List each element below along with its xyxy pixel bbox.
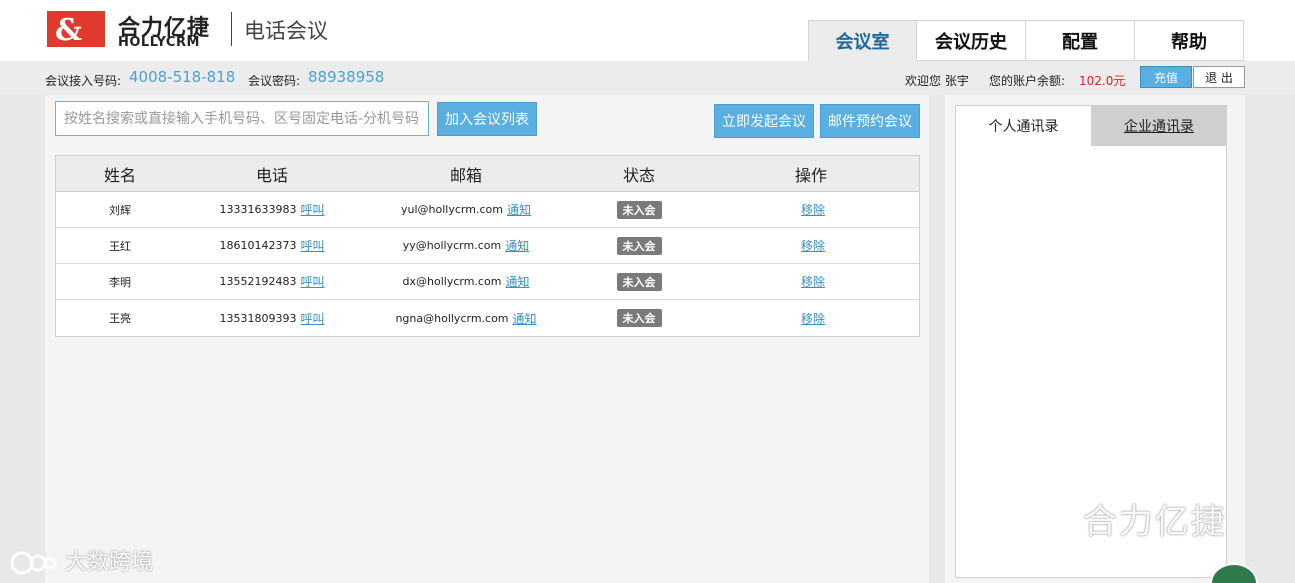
logo-divider bbox=[231, 12, 232, 46]
status-badge: 未入会 bbox=[616, 200, 662, 219]
call-link[interactable]: 呼叫 bbox=[300, 201, 324, 218]
chat-bubble-icon bbox=[1012, 506, 1067, 541]
meeting-password: 88938958 bbox=[308, 68, 385, 86]
product-title: 电话会议 bbox=[244, 19, 328, 43]
status-badge: 未入会 bbox=[616, 272, 662, 291]
call-link[interactable]: 呼叫 bbox=[300, 237, 324, 254]
participant-email: yul@hollycrm.com bbox=[401, 203, 503, 216]
logo-mark-glyph: & bbox=[55, 13, 83, 48]
phone-cell: 13531809393 呼叫 bbox=[184, 310, 360, 327]
meeting-panel: 加入会议列表 立即发起会议 邮件预约会议 姓名 电话 邮箱 状态 操作 刘辉 1… bbox=[45, 95, 929, 583]
status-badge: 未入会 bbox=[616, 236, 662, 255]
action-cell: 移除 bbox=[706, 310, 916, 327]
action-cell: 移除 bbox=[706, 237, 916, 254]
balance-label: 您的账户余额: bbox=[989, 74, 1066, 88]
remove-link[interactable]: 移除 bbox=[801, 237, 825, 254]
status-cell: 未入会 bbox=[572, 236, 706, 255]
watermark-right-text: 合力亿捷 bbox=[1082, 502, 1227, 542]
action-cell: 移除 bbox=[706, 201, 916, 218]
table-row: 王红 18610142373 呼叫 yy@hollycrm.com 通知 未入会 移… bbox=[56, 228, 919, 264]
remove-link[interactable]: 移除 bbox=[801, 310, 825, 327]
tab-personal-contacts[interactable]: 个人通讯录 bbox=[956, 106, 1091, 146]
access-number: 4008-518-818 bbox=[129, 68, 236, 86]
password-label: 会议密码: bbox=[248, 74, 301, 88]
remove-link[interactable]: 移除 bbox=[801, 201, 825, 218]
remove-link[interactable]: 移除 bbox=[801, 273, 825, 290]
participant-email: dx@hollycrm.com bbox=[402, 275, 502, 288]
table-row: 刘辉 13331633983 呼叫 yul@hollycrm.com 通知 未入会 … bbox=[56, 192, 919, 228]
search-input[interactable] bbox=[55, 101, 429, 136]
email-cell: dx@hollycrm.com 通知 bbox=[360, 273, 572, 290]
start-meeting-button[interactable]: 立即发起会议 bbox=[714, 104, 814, 138]
call-link[interactable]: 呼叫 bbox=[300, 310, 324, 327]
call-link[interactable]: 呼叫 bbox=[300, 273, 324, 290]
action-cell: 移除 bbox=[706, 273, 916, 290]
header-name: 姓名 bbox=[103, 165, 136, 185]
tab-meeting-room[interactable]: 会议室 bbox=[808, 20, 917, 61]
table-header: 姓名 电话 邮箱 状态 操作 bbox=[56, 156, 919, 192]
recharge-button[interactable]: 充值 bbox=[1140, 66, 1192, 88]
notify-link[interactable]: 通知 bbox=[505, 273, 529, 290]
participants-table: 姓名 电话 邮箱 状态 操作 刘辉 13331633983 呼叫 yul@holl… bbox=[55, 155, 920, 337]
status-cell: 未入会 bbox=[572, 200, 706, 219]
status-badge: 未入会 bbox=[616, 309, 662, 327]
watermark-left-text: 大数跨境 bbox=[65, 550, 154, 575]
header-actions: 操作 bbox=[794, 165, 827, 185]
participant-name: 李明 bbox=[109, 275, 131, 289]
participant-email: yy@hollycrm.com bbox=[402, 239, 502, 252]
participant-phone: 13552192483 bbox=[219, 275, 297, 288]
app-header: & 合力亿捷 HOLLYCRM 电话会议 会议室 会议历史 配置 帮助 bbox=[0, 0, 1295, 61]
brand-logo[interactable]: & bbox=[47, 11, 105, 48]
participant-name: 刘辉 bbox=[109, 203, 131, 217]
notify-link[interactable]: 通知 bbox=[513, 310, 537, 327]
notify-link[interactable]: 通知 bbox=[507, 201, 531, 218]
phone-cell: 13552192483 呼叫 bbox=[184, 273, 360, 290]
header-email: 邮箱 bbox=[449, 165, 482, 185]
main-nav: 会议室 会议历史 配置 帮助 bbox=[808, 20, 1244, 61]
access-number-label: 会议接入号码: bbox=[45, 74, 122, 88]
welcome-text: 欢迎您 张宇 bbox=[905, 74, 969, 88]
participant-name: 王红 bbox=[109, 239, 131, 253]
status-cell: 未入会 bbox=[572, 272, 706, 291]
status-cell: 未入会 bbox=[572, 309, 706, 327]
tab-help[interactable]: 帮助 bbox=[1135, 20, 1244, 61]
brand-name-en: HOLLYCRM bbox=[118, 35, 200, 50]
participant-phone: 13531809393 bbox=[219, 311, 297, 325]
watermark-right: 合力亿捷 bbox=[1010, 494, 1227, 544]
participant-phone: 18610142373 bbox=[219, 239, 297, 252]
phone-cell: 13331633983 呼叫 bbox=[184, 201, 360, 218]
phone-cell: 18610142373 呼叫 bbox=[184, 237, 360, 254]
participant-email: ngna@hollycrm.com bbox=[395, 311, 509, 325]
table-row: 李明 13552192483 呼叫 dx@hollycrm.com 通知 未入会 移… bbox=[56, 264, 919, 300]
email-schedule-button[interactable]: 邮件预约会议 bbox=[820, 104, 920, 138]
logout-button[interactable]: 退 出 bbox=[1193, 66, 1245, 88]
watermark-left: 大数跨境 bbox=[8, 544, 153, 577]
header-phone: 电话 bbox=[255, 165, 288, 185]
tab-settings[interactable]: 配置 bbox=[1026, 20, 1135, 61]
email-cell: yy@hollycrm.com 通知 bbox=[360, 237, 572, 254]
notify-link[interactable]: 通知 bbox=[505, 237, 529, 254]
tab-enterprise-contacts[interactable]: 企业通讯录 bbox=[1091, 106, 1227, 146]
table-row: 王亮 13531809393 呼叫 ngna@hollycrm.com 通知 未入会… bbox=[56, 300, 919, 336]
header-status: 状态 bbox=[622, 165, 655, 185]
participant-phone: 13331633983 bbox=[219, 203, 297, 216]
email-cell: ngna@hollycrm.com 通知 bbox=[360, 310, 572, 327]
k-logo-icon bbox=[10, 551, 57, 575]
email-cell: yul@hollycrm.com 通知 bbox=[360, 201, 572, 218]
balance-value: 102.0元 bbox=[1079, 74, 1126, 88]
tab-meeting-history[interactable]: 会议历史 bbox=[917, 20, 1026, 61]
participant-name: 王亮 bbox=[109, 312, 131, 325]
info-bar: 会议接入号码: 4008-518-818 会议密码: 88938958 欢迎您 … bbox=[0, 61, 1295, 94]
add-to-list-button[interactable]: 加入会议列表 bbox=[437, 102, 537, 136]
